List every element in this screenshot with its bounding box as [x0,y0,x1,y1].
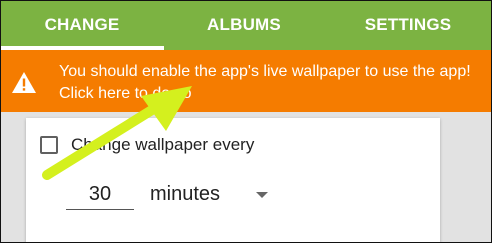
interval-unit-dropdown[interactable]: minutes [150,180,274,210]
tab-change-label: CHANGE [44,15,120,34]
tab-albums[interactable]: ALBUMS [164,0,324,50]
warning-icon [12,72,36,93]
interval-value-input[interactable] [66,180,134,210]
tab-change[interactable]: CHANGE [0,0,164,50]
tab-settings[interactable]: SETTINGS [324,0,492,50]
change-wallpaper-label: Change wallpaper every [71,135,255,154]
tab-albums-label: ALBUMS [207,15,281,34]
banner-message: You should enable the app's live wallpap… [59,63,471,102]
change-wallpaper-checkbox[interactable] [40,136,58,154]
dropdown-caret-icon [256,192,268,198]
live-wallpaper-warning-banner[interactable]: You should enable the app's live wallpap… [0,50,492,112]
interval-unit-value: minutes [150,183,221,205]
tab-settings-label: SETTINGS [364,15,452,34]
tab-bar: CHANGE ALBUMS SETTINGS [0,0,492,50]
